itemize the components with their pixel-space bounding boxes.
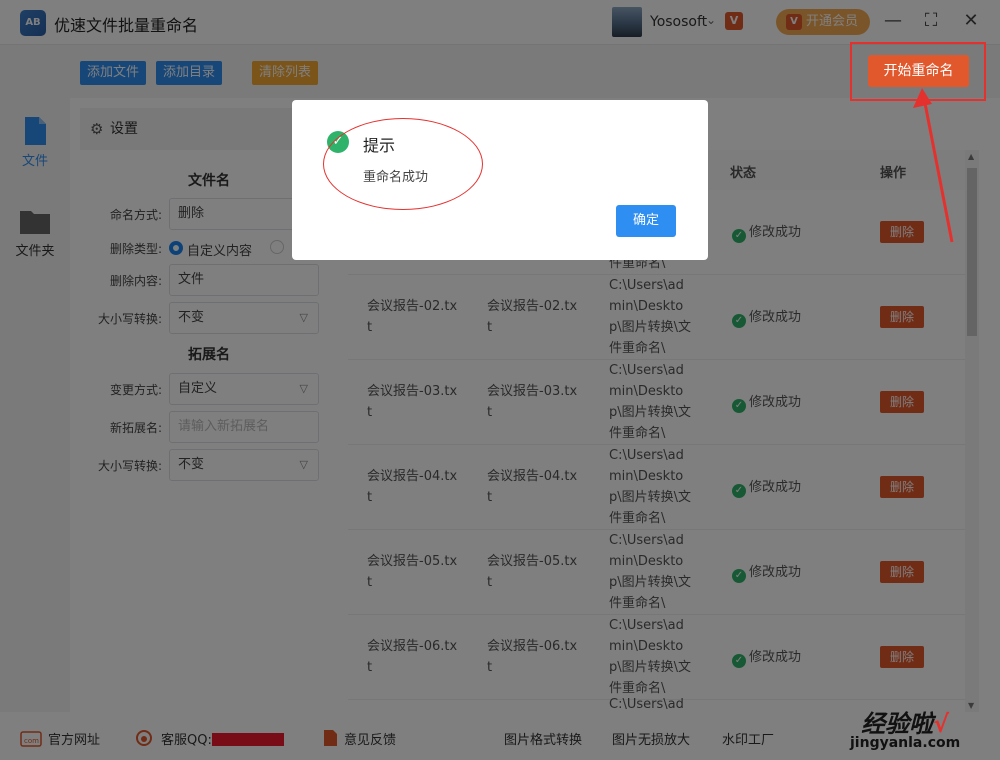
- watermark-url: jingyanla.com: [850, 735, 961, 751]
- watermark-title: 经验啦√: [850, 704, 960, 739]
- ellipse-annotation: [323, 118, 483, 210]
- watermark-text: 经验啦: [861, 710, 934, 738]
- checkmark-icon: √: [933, 710, 950, 738]
- arrow-annotation: [913, 88, 954, 243]
- watermark-logo: 经验啦√ jingyanla.com: [850, 704, 960, 751]
- confirm-button[interactable]: 确定: [616, 205, 676, 237]
